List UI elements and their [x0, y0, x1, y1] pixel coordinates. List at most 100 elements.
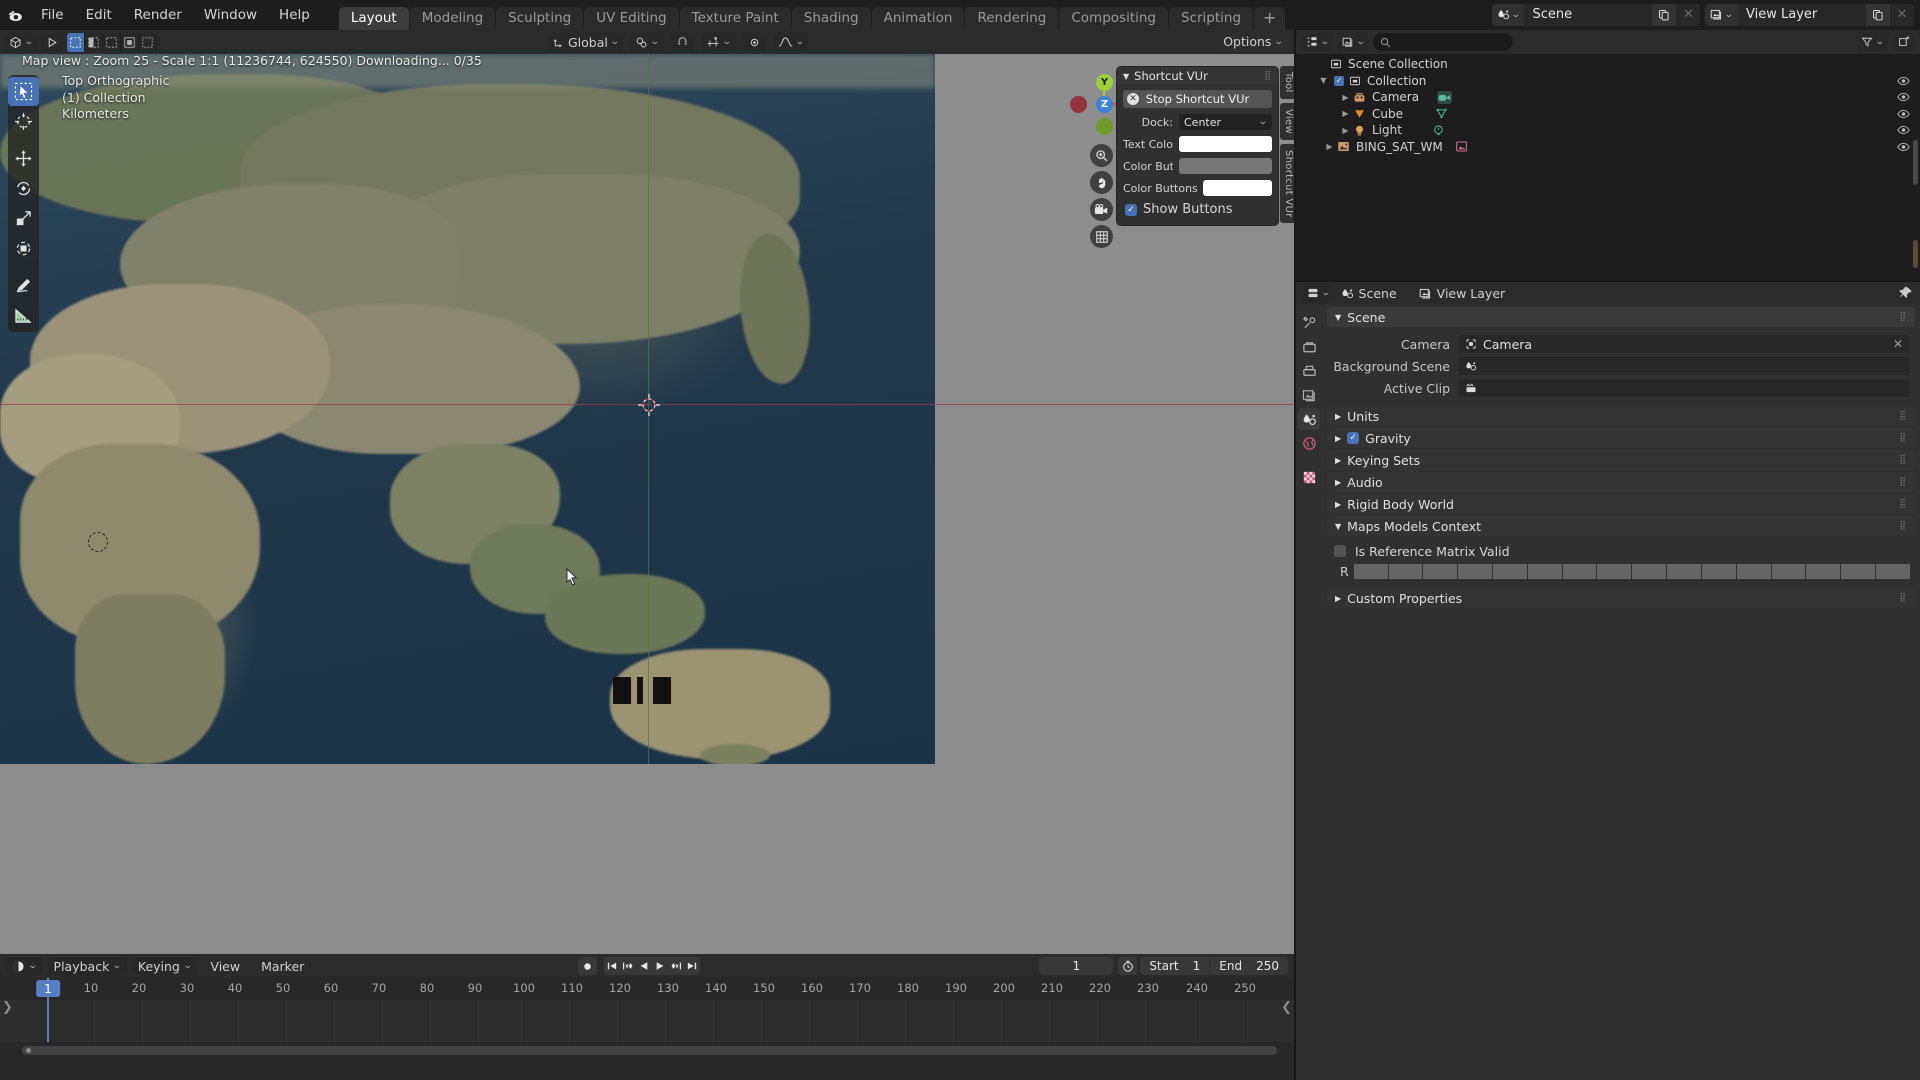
custom-properties-section-header[interactable]: ▶ Custom Properties ⣿	[1327, 588, 1915, 608]
end-frame-field[interactable]: End 250	[1210, 957, 1288, 975]
3d-viewport[interactable]: Map view : Zoom 25 - Scale 1:1 (11236744…	[0, 54, 1294, 954]
outliner-scrollbar[interactable]	[1913, 140, 1918, 185]
workspace-tab-sculpting[interactable]: Sculpting	[496, 7, 584, 30]
matrix-cell[interactable]	[1841, 564, 1876, 579]
pan-hand-icon[interactable]	[1090, 171, 1113, 194]
start-frame-field[interactable]: Start 1	[1140, 957, 1209, 975]
stopwatch-icon[interactable]	[1118, 957, 1138, 975]
view-layer-icon[interactable]: ⌄	[1705, 3, 1738, 26]
outliner-scrollbar-secondary[interactable]	[1913, 240, 1918, 268]
proportional-edit-icon[interactable]	[742, 32, 766, 52]
workspace-tab-shading[interactable]: Shading	[791, 7, 871, 30]
scene-tab-icon[interactable]	[1298, 408, 1320, 430]
outliner-row-collection[interactable]: ▼ ✓ Collection	[1296, 73, 1920, 90]
add-workspace-button[interactable]: +	[1254, 7, 1286, 30]
camera-field[interactable]: Camera ✕	[1458, 335, 1910, 353]
shortcut-vur-panel-header[interactable]: ▼ Shortcut VUr ⣿	[1117, 67, 1278, 85]
workspace-tab-animation[interactable]: Animation	[871, 7, 965, 30]
outliner-row-light[interactable]: ▶ Light	[1296, 122, 1920, 139]
show-buttons-row[interactable]: ✓ Show Buttons	[1123, 202, 1272, 217]
matrix-cell[interactable]	[1876, 564, 1910, 579]
blender-logo-icon[interactable]	[0, 0, 30, 30]
menu-edit[interactable]: Edit	[75, 4, 123, 26]
matrix-cell[interactable]	[1701, 564, 1736, 579]
is-reference-matrix-valid-row[interactable]: Is Reference Matrix Valid	[1322, 541, 1920, 561]
keying-menu[interactable]: Keying ⌄	[131, 957, 198, 975]
timeline-left-scroll-arrow[interactable]: ❯	[2, 1000, 13, 1015]
matrix-cell[interactable]	[1353, 564, 1388, 579]
matrix-cell[interactable]	[1388, 564, 1423, 579]
active-clip-field[interactable]	[1458, 379, 1910, 397]
visibility-eye-icon[interactable]	[1897, 92, 1910, 102]
menu-render[interactable]: Render	[123, 4, 193, 26]
transform-icon[interactable]	[8, 234, 39, 263]
collection-checkbox[interactable]: ✓	[1334, 75, 1344, 86]
properties-editor-icon[interactable]: ⌄	[1303, 284, 1334, 302]
menu-help[interactable]: Help	[268, 4, 321, 26]
zoom-icon[interactable]	[1090, 144, 1113, 167]
jump-to-end-icon[interactable]	[684, 957, 700, 975]
empty-object[interactable]	[88, 532, 108, 552]
current-frame-field[interactable]: 1	[1039, 957, 1114, 975]
matrix-cell[interactable]	[1632, 564, 1667, 579]
funnel-filter-icon[interactable]: ⌄	[1857, 33, 1888, 51]
texture-tab-icon[interactable]	[1298, 466, 1320, 488]
scene-panel-header[interactable]: ▼ Scene ⣿	[1327, 307, 1915, 327]
world-tab-icon[interactable]	[1298, 432, 1320, 454]
tweak-select-box-icon[interactable]	[8, 77, 39, 106]
menu-file[interactable]: File	[30, 4, 75, 26]
workspace-tab-modeling[interactable]: Modeling	[409, 7, 496, 30]
play-icon[interactable]	[652, 957, 668, 975]
sidebar-tab-shortcut-vur[interactable]: Shortcut VUr	[1280, 143, 1294, 224]
text-color-swatch[interactable]	[1179, 136, 1272, 152]
matrix-cell[interactable]	[1806, 564, 1841, 579]
workspace-tab-scripting[interactable]: Scripting	[1169, 7, 1254, 30]
view-layer-tab-icon[interactable]	[1298, 384, 1320, 406]
annotate-icon[interactable]	[8, 271, 39, 300]
sidebar-tab-tool[interactable]: Tool	[1280, 66, 1294, 99]
new-scene-button[interactable]	[1652, 3, 1677, 26]
units-section-header[interactable]: ▶ Units ⣿	[1327, 406, 1915, 426]
outliner-row-scene-collection[interactable]: Scene Collection	[1296, 56, 1920, 73]
select-invert-icon[interactable]	[120, 32, 139, 52]
remove-view-layer-button[interactable]: ✕	[1890, 3, 1914, 26]
view-layer-name-field[interactable]: View Layer	[1738, 3, 1866, 26]
color-buttons-active-swatch[interactable]	[1203, 180, 1272, 196]
visibility-eye-icon[interactable]	[1897, 142, 1910, 152]
workspace-tab-compositing[interactable]: Compositing	[1059, 7, 1168, 30]
matrix-cell[interactable]	[1458, 564, 1492, 579]
workspace-tab-uv-editing[interactable]: UV Editing	[584, 7, 679, 30]
snap-target-dropdown[interactable]: ⌄	[700, 32, 736, 52]
timeline-right-scroll-arrow[interactable]: ❮	[1281, 1000, 1292, 1015]
gizmo-axis-z[interactable]: Z	[1096, 96, 1113, 113]
play-reverse-icon[interactable]	[636, 957, 652, 975]
timeline-scrollbar[interactable]	[22, 1046, 1277, 1055]
gizmo-axis-neg-x[interactable]	[1070, 96, 1087, 113]
triangle-right-icon[interactable]: ▶	[1340, 109, 1351, 118]
scene-name-field[interactable]: Scene	[1524, 3, 1653, 26]
image-data-icon[interactable]	[1455, 140, 1468, 153]
triangle-right-icon[interactable]: ▶	[1340, 126, 1351, 135]
tool-tab-icon[interactable]	[1298, 312, 1320, 334]
playback-menu[interactable]: Playback ⌄	[47, 957, 127, 975]
marker-menu[interactable]: Marker	[253, 959, 312, 974]
triangle-down-icon[interactable]: ▼	[1318, 76, 1329, 85]
menu-window[interactable]: Window	[193, 4, 268, 26]
scene-icon[interactable]: ⌄	[1491, 3, 1525, 26]
background-scene-field[interactable]	[1458, 357, 1910, 375]
rigid-body-world-section-header[interactable]: ▶ Rigid Body World ⣿	[1327, 494, 1915, 514]
outliner-display-mode-icon[interactable]: ⌄	[1302, 33, 1333, 51]
mesh-data-icon[interactable]	[1435, 107, 1448, 120]
camera-view-icon[interactable]	[1090, 198, 1113, 221]
pivot-point-dropdown[interactable]: ⌄	[630, 32, 664, 52]
matrix-cell[interactable]	[1423, 564, 1458, 579]
visibility-eye-icon[interactable]	[1897, 125, 1910, 135]
timeline-editor-icon[interactable]: ⌄	[6, 957, 43, 975]
unlink-scene-button[interactable]: ✕	[1676, 3, 1701, 26]
object-mode-dropdown[interactable]	[40, 32, 64, 52]
timeline-ruler[interactable]: 10 20 30 40 50 60 70 80 90 100 110 120 1…	[0, 978, 1294, 1000]
audio-section-header[interactable]: ▶ Audio ⣿	[1327, 472, 1915, 492]
camera-data-icon[interactable]	[1437, 90, 1453, 104]
gravity-checkbox[interactable]: ✓	[1347, 432, 1360, 444]
clear-camera-icon[interactable]: ✕	[1893, 337, 1903, 351]
